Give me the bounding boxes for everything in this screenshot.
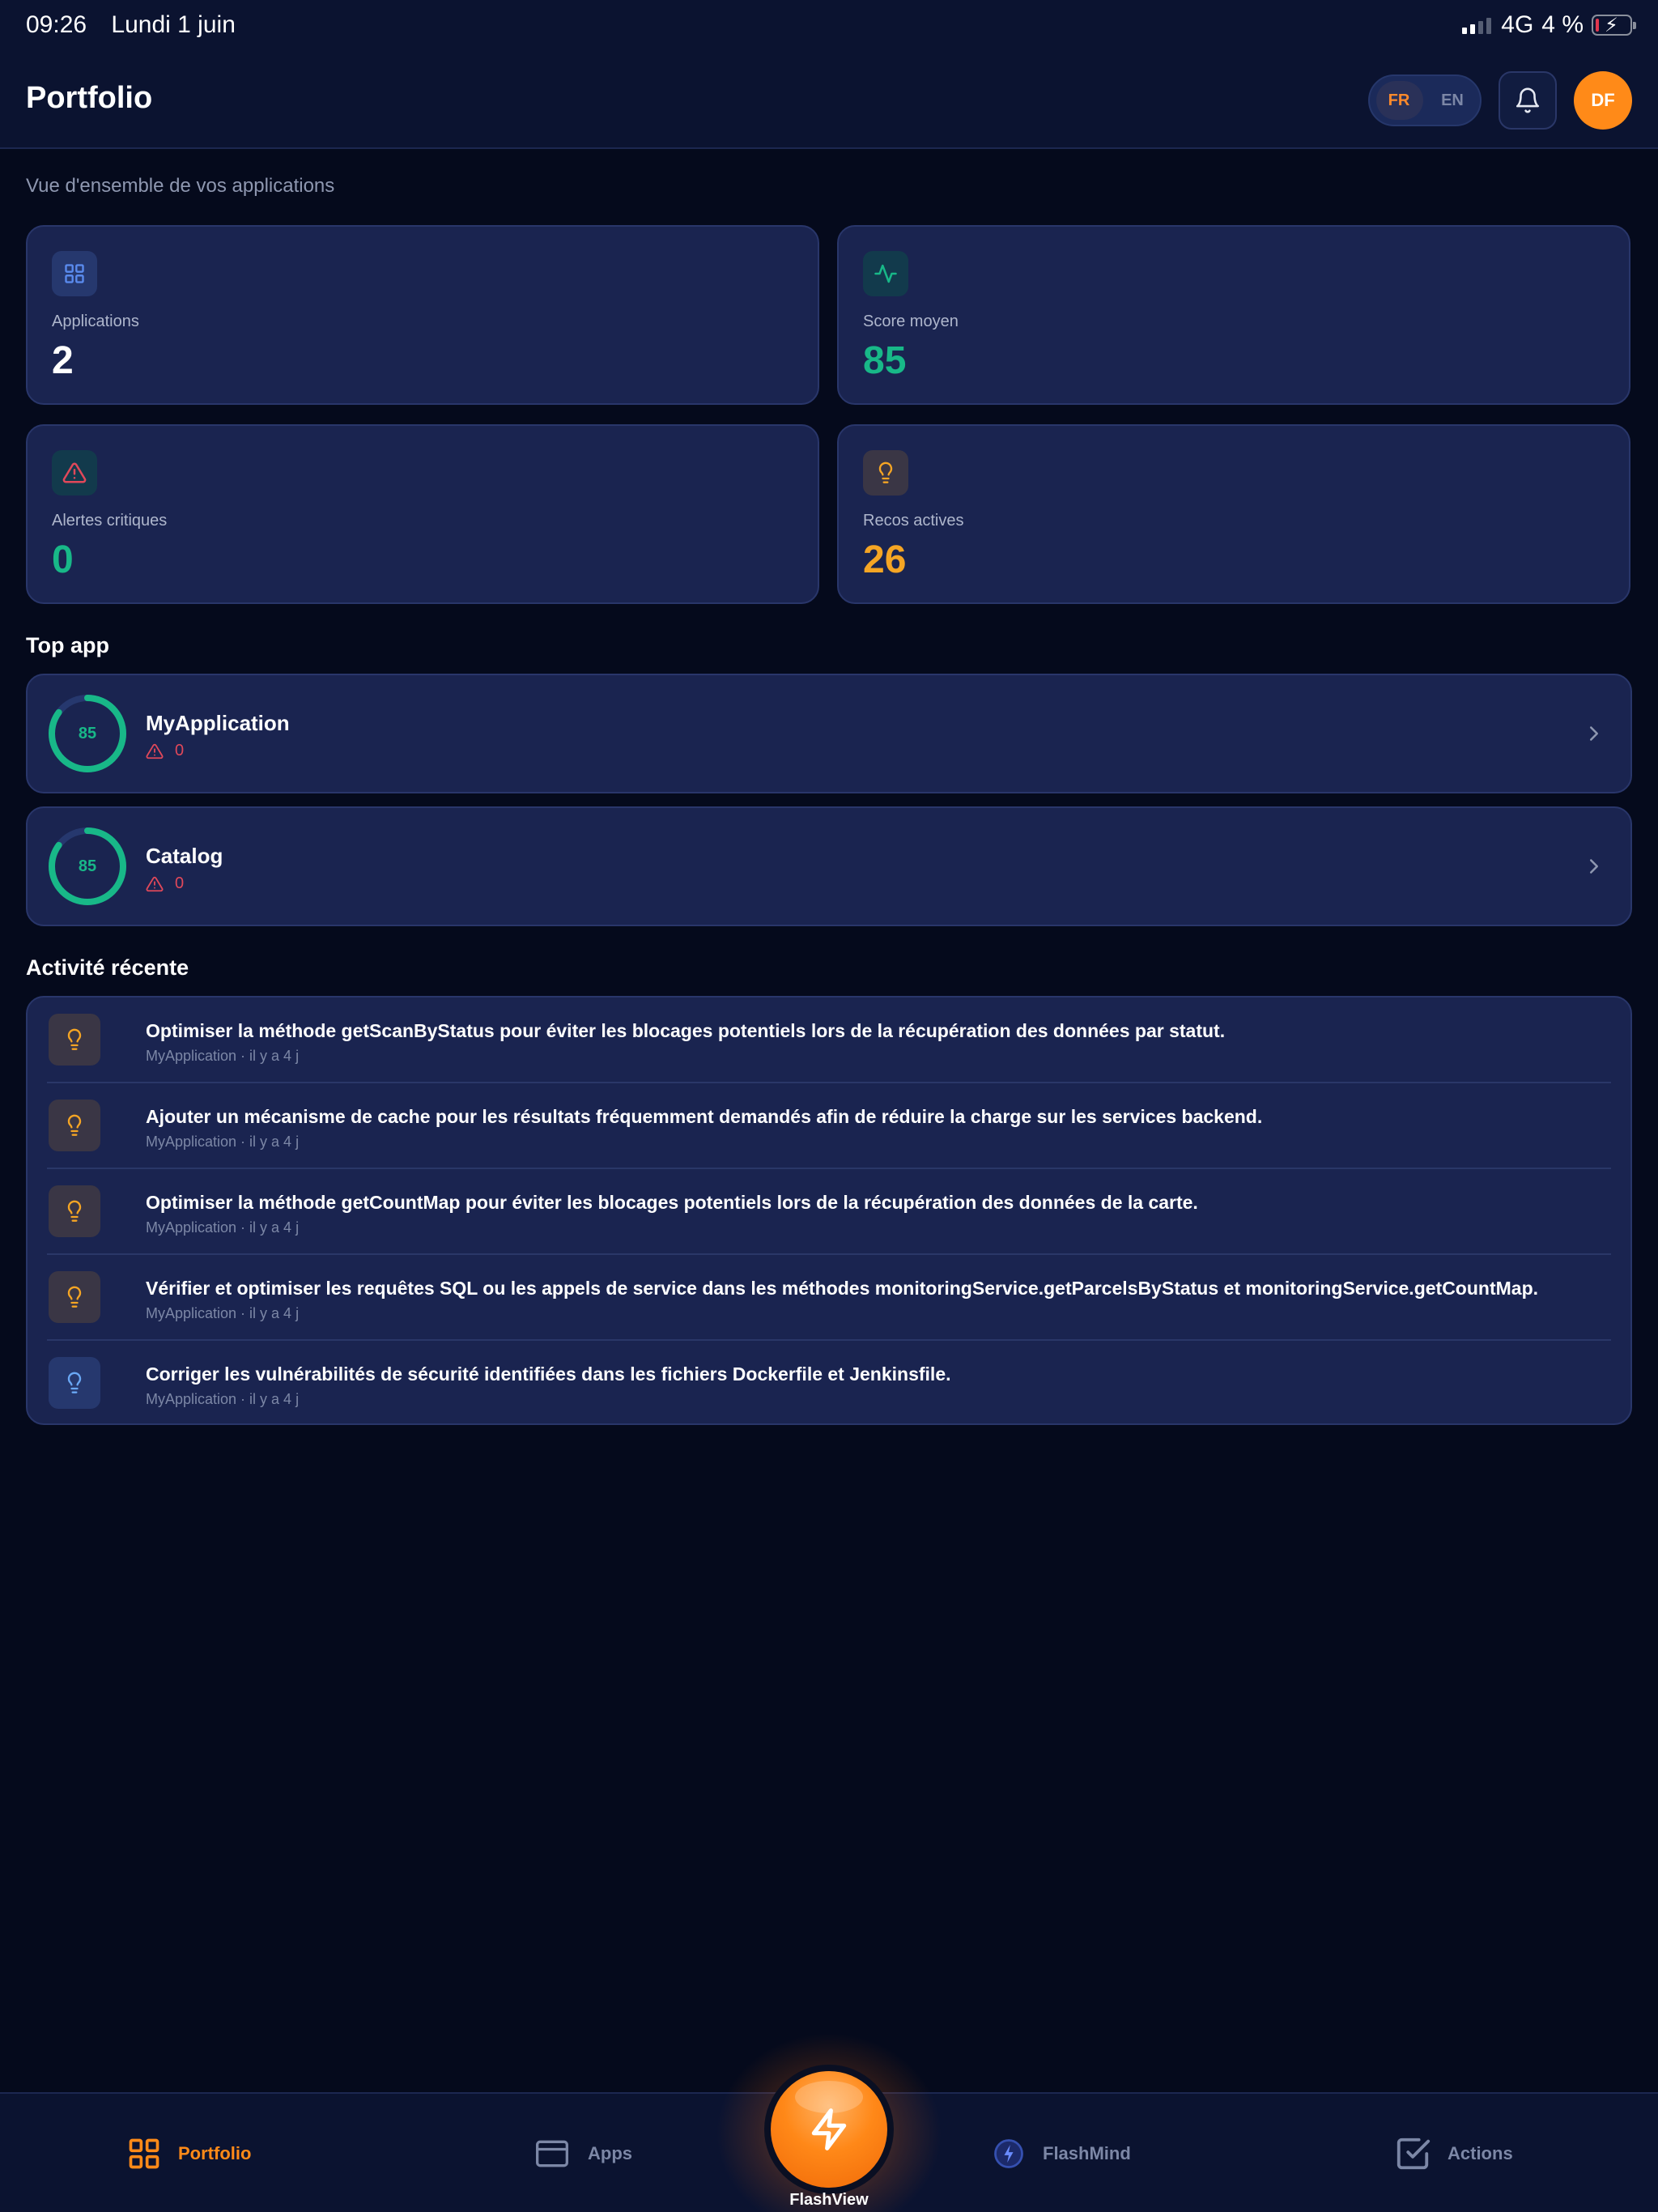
score-value: 85 xyxy=(78,857,97,875)
activity-meta: MyApplication · il y a 4 j xyxy=(146,1134,300,1150)
lightbulb-icon xyxy=(863,450,908,496)
nav-label: Actions xyxy=(1448,2143,1513,2163)
lightbulb-icon xyxy=(49,1100,100,1151)
checkbox-icon xyxy=(1397,2138,1431,2170)
app-card-myapplication[interactable]: 85 MyApplication 0 xyxy=(26,674,1632,793)
activity-text: Corriger les vulnérabilités de sécurité … xyxy=(146,1363,951,1385)
chevron-right-icon xyxy=(1590,859,1598,874)
lightbulb-icon xyxy=(49,1185,100,1237)
lang-fr-option[interactable]: FR xyxy=(1373,76,1425,125)
activity-meta: MyApplication · il y a 4 j xyxy=(146,1219,300,1236)
status-date: Lundi 1 juin xyxy=(111,11,236,38)
app-card-catalog[interactable]: 85 Catalog 0 xyxy=(26,806,1632,926)
bell-icon xyxy=(1516,87,1540,113)
network-type: 4G xyxy=(1501,11,1534,38)
score-value: 85 xyxy=(78,725,97,742)
lightning-icon xyxy=(811,2108,847,2150)
chevron-right-icon xyxy=(1590,726,1598,741)
flashmind-orb-icon xyxy=(994,2139,1023,2168)
nav-apps[interactable]: Apps xyxy=(533,2094,632,2212)
activity-text: Optimiser la méthode getCountMap pour év… xyxy=(146,1192,1198,1213)
stat-value: 0 xyxy=(52,538,74,581)
activity-item[interactable]: Optimiser la méthode getCountMap pour év… xyxy=(47,1169,1611,1255)
nav-portfolio[interactable]: Portfolio xyxy=(126,2094,251,2212)
flashview-label: FlashView xyxy=(789,2191,869,2209)
nav-flashmind[interactable]: FlashMind xyxy=(991,2094,1131,2212)
app-name: MyApplication xyxy=(146,711,290,735)
stat-card-average-score: Score moyen 85 xyxy=(837,225,1630,405)
status-time: 09:26 xyxy=(26,11,87,38)
page-subtitle: Vue d'ensemble de vos applications xyxy=(26,175,335,197)
lang-en-option[interactable]: EN xyxy=(1426,76,1478,125)
activity-item[interactable]: Corriger les vulnérabilités de sécurité … xyxy=(47,1341,1611,1427)
signal-icon xyxy=(1462,16,1492,34)
warning-icon xyxy=(146,743,164,759)
stat-label: Recos actives xyxy=(863,512,964,530)
activity-text: Optimiser la méthode getScanByStatus pou… xyxy=(146,1020,1226,1041)
stat-label: Applications xyxy=(52,313,139,330)
warning-icon xyxy=(146,876,164,891)
activity-icon xyxy=(863,251,908,296)
stat-card-active-recos: Recos actives 26 xyxy=(837,424,1630,604)
stat-value: 85 xyxy=(863,339,907,382)
nav-label: FlashMind xyxy=(1043,2143,1131,2163)
browser-window-icon xyxy=(536,2140,568,2167)
user-avatar[interactable]: DF xyxy=(1574,71,1632,130)
activity-item[interactable]: Vérifier et optimiser les requêtes SQL o… xyxy=(47,1255,1611,1341)
nav-label: Portfolio xyxy=(178,2143,252,2163)
lightbulb-icon xyxy=(49,1014,100,1066)
stat-card-applications: Applications 2 xyxy=(26,225,819,405)
status-bar: 09:26 Lundi 1 juin 4G 4 % ⚡ xyxy=(26,11,1636,47)
activity-title: Activité récente xyxy=(26,955,189,980)
activity-item[interactable]: Optimiser la méthode getScanByStatus pou… xyxy=(47,998,1611,1083)
activity-meta: MyApplication · il y a 4 j xyxy=(146,1305,300,1321)
battery-icon: ⚡ xyxy=(1592,15,1636,36)
lightbulb-icon xyxy=(49,1271,100,1323)
alert-count: 0 xyxy=(175,742,185,759)
activity-item[interactable]: Ajouter un mécanisme de cache pour les r… xyxy=(47,1083,1611,1169)
page-title: Portfolio xyxy=(26,81,153,115)
grid-icon xyxy=(129,2138,159,2169)
activity-meta: MyApplication · il y a 4 j xyxy=(146,1048,300,1064)
top-bar: 09:26 Lundi 1 juin 4G 4 % ⚡ Portfolio FR… xyxy=(0,0,1658,149)
nav-actions[interactable]: Actions xyxy=(1394,2094,1513,2212)
warning-icon xyxy=(52,450,97,496)
stat-card-critical-alerts: Alertes critiques 0 xyxy=(26,424,819,604)
stat-label: Score moyen xyxy=(863,313,959,330)
lightbulb-icon xyxy=(49,1357,100,1409)
nav-label: Apps xyxy=(588,2143,632,2163)
stat-value: 2 xyxy=(52,339,74,382)
grid-icon xyxy=(52,251,97,296)
activity-text: Vérifier et optimiser les requêtes SQL o… xyxy=(146,1278,1539,1299)
flashview-button[interactable] xyxy=(764,2065,894,2194)
stat-label: Alertes critiques xyxy=(52,512,168,530)
activity-text: Ajouter un mécanisme de cache pour les r… xyxy=(146,1106,1263,1127)
top-app-title: Top app xyxy=(26,633,109,657)
activity-meta: MyApplication · il y a 4 j xyxy=(146,1391,300,1407)
battery-percent: 4 % xyxy=(1541,11,1584,38)
language-toggle[interactable]: FR EN xyxy=(1368,74,1482,126)
notifications-button[interactable] xyxy=(1499,71,1557,130)
activity-list: Optimiser la méthode getScanByStatus pou… xyxy=(26,996,1632,1425)
alert-count: 0 xyxy=(175,874,185,892)
stat-value: 26 xyxy=(863,538,907,581)
app-name: Catalog xyxy=(146,844,223,868)
